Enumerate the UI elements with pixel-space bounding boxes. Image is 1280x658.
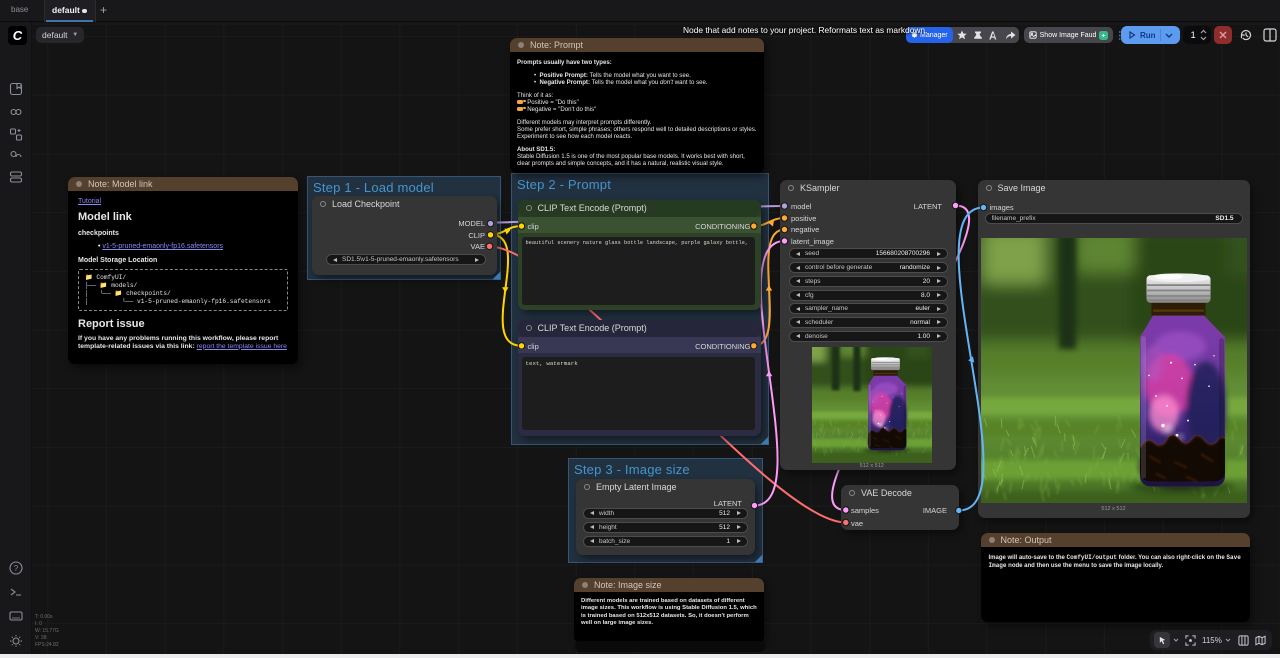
svg-text:?: ? [14,564,19,573]
